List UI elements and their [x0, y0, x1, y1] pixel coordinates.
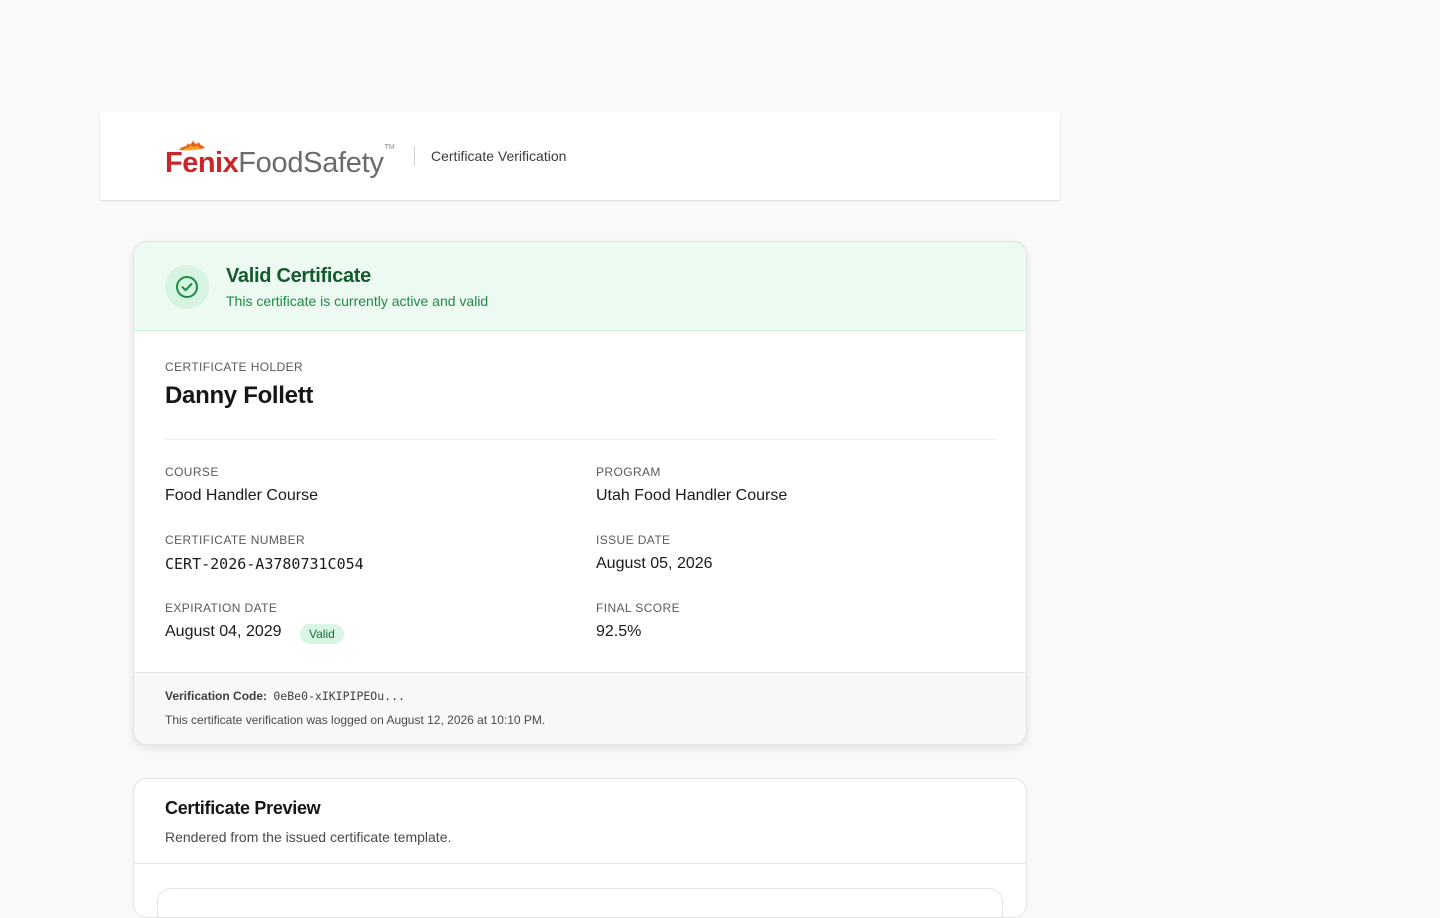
holder-name: Danny Follett — [165, 382, 314, 409]
final-score-label: FINAL SCORE — [596, 601, 680, 615]
preview-title: Certificate Preview — [165, 798, 321, 818]
fenix-food-safety-logo[interactable]: Fenix FoodSafety TM — [165, 140, 395, 179]
course-value: Food Handler Course — [165, 487, 318, 504]
expiration-label: EXPIRATION DATE — [165, 601, 278, 615]
verification-footer: Verification Code: 0eBe0-xIKIPIPEOu... T… — [134, 672, 1026, 744]
logo-fenix-text: Fenix — [165, 147, 239, 179]
verification-code-label: Verification Code: — [165, 689, 268, 703]
logo-foodsafety-text: FoodSafety — [238, 147, 384, 179]
expiration-value: August 04, 2029 — [165, 623, 282, 640]
status-title: Valid Certificate — [226, 265, 371, 287]
course-label: COURSE — [165, 465, 219, 479]
flame-icon — [179, 140, 205, 151]
final-score-value: 92.5% — [596, 623, 642, 640]
site-header: Fenix FoodSafety TM Certificate Verifica… — [100, 112, 1060, 200]
cert-number-value: CERT-2026-A3780731C054 — [165, 555, 364, 573]
status-subtitle: This certificate is currently active and… — [226, 293, 489, 309]
page-title: Certificate Verification — [431, 148, 567, 164]
verification-card: Valid Certificate This certificate is cu… — [133, 241, 1027, 745]
certificate-preview-card: Certificate Preview Rendered from the is… — [133, 778, 1027, 918]
program-value: Utah Food Handler Course — [596, 487, 788, 504]
header-divider — [414, 146, 415, 166]
verification-code-value: 0eBe0-xIKIPIPEOu... — [273, 689, 405, 703]
certificate-preview-frame[interactable] — [157, 888, 1003, 917]
issue-date-value: August 05, 2026 — [596, 555, 713, 572]
cert-number-label: CERTIFICATE NUMBER — [165, 533, 306, 547]
verification-code-line: Verification Code: 0eBe0-xIKIPIPEOu... — [165, 689, 405, 703]
preview-divider — [134, 863, 1026, 864]
holder-label: CERTIFICATE HOLDER — [165, 360, 304, 374]
section-divider — [165, 439, 997, 440]
trademark-mark: TM — [384, 144, 395, 151]
issue-date-label: ISSUE DATE — [596, 533, 671, 547]
preview-subtitle: Rendered from the issued certificate tem… — [165, 829, 452, 845]
status-badge: Valid — [300, 624, 344, 644]
check-circle-icon — [165, 265, 209, 309]
verification-log-text: This certificate verification was logged… — [165, 713, 546, 727]
status-banner: Valid Certificate This certificate is cu… — [134, 242, 1026, 331]
program-label: PROGRAM — [596, 465, 661, 479]
